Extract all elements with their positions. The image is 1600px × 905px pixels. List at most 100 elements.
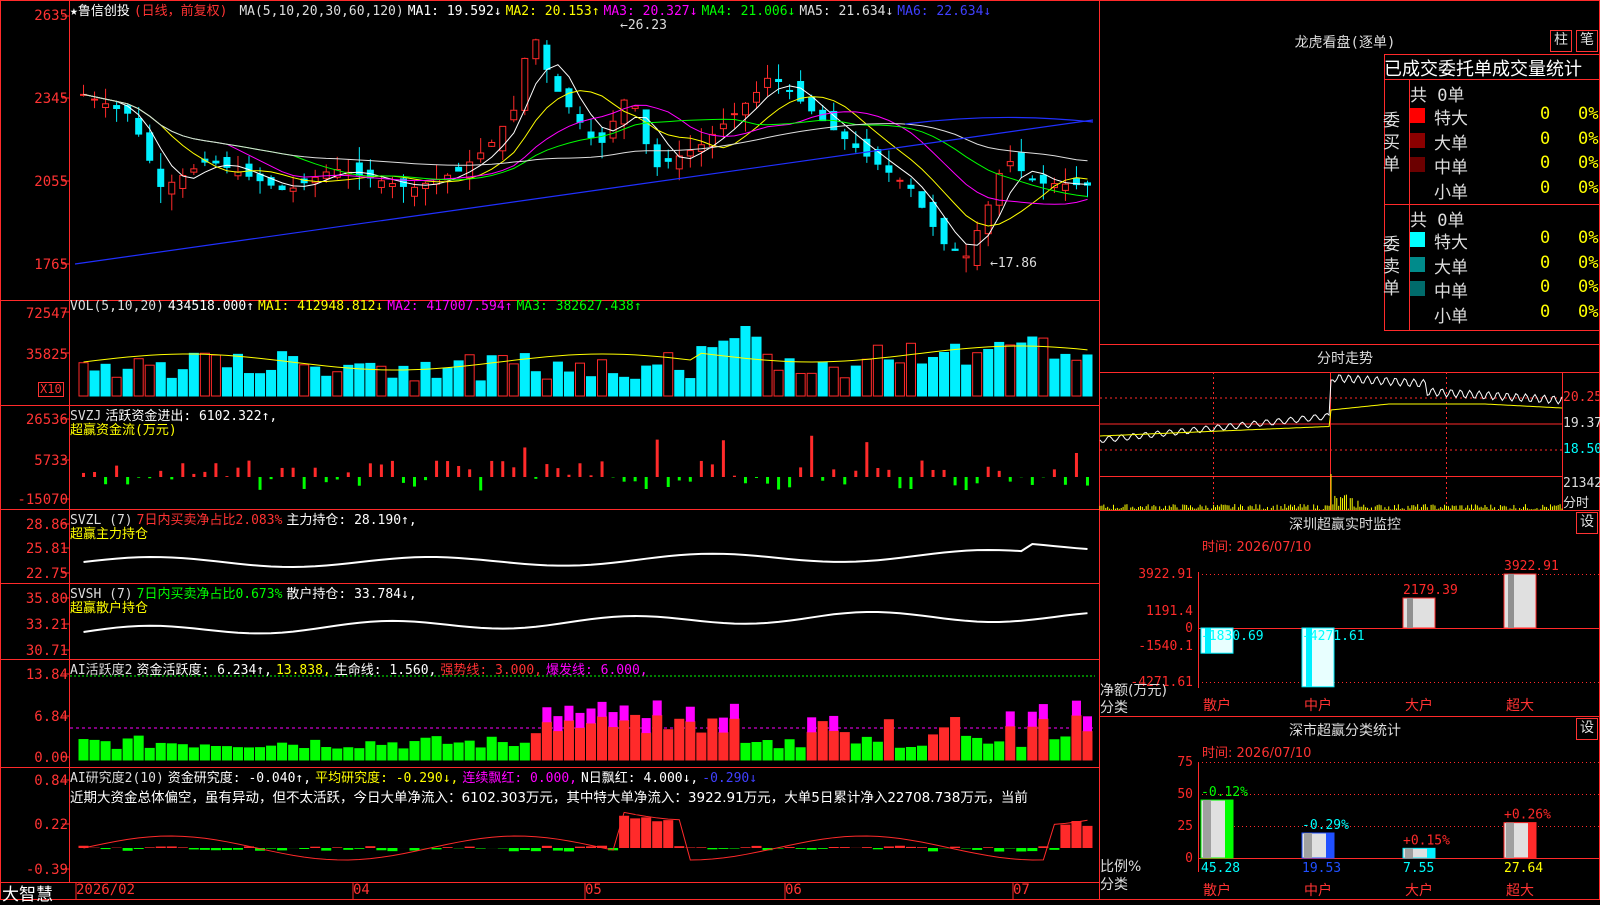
vol-bar-2 <box>100 363 111 397</box>
ai-active-burst-43 <box>553 716 563 732</box>
ai-active-bar-72 <box>872 741 883 761</box>
vol-bar-63 <box>773 369 784 397</box>
sz-monitor-value-label-3: 3922.91 <box>1504 559 1559 574</box>
kline-y-label-3: 1765 <box>34 257 68 273</box>
candle-body-28 <box>388 183 396 187</box>
svsh-header-item-2: 散户持仓: 33.784↓, <box>286 587 417 602</box>
ai-research-y-label-0: 0.84 <box>34 773 68 789</box>
vol-bar-50 <box>630 378 641 397</box>
dragon-title: 龙虎看盘(逐单) <box>1294 35 1396 51</box>
ma3-line <box>83 93 1088 205</box>
vol-bar-70 <box>850 365 861 397</box>
sz-monitor-settings-button[interactable]: 设 <box>1576 512 1598 534</box>
vol-bar-53 <box>663 352 674 397</box>
svzl-header-item-2: 主力持仓: 28.190↑, <box>286 513 417 528</box>
vol-bar-48 <box>608 373 619 397</box>
vol-bar-83 <box>994 341 1005 397</box>
sz-monitor-bar-shade-2 <box>1407 598 1413 628</box>
sz-class-change-1: -0.29% <box>1302 818 1349 833</box>
vol-bar-65 <box>795 372 806 397</box>
x-axis-label-0: 2026/02 <box>76 882 136 898</box>
candle-body-25 <box>355 162 363 176</box>
sz-class-settings-button[interactable]: 设 <box>1576 718 1598 740</box>
ai-active-burst-49 <box>619 705 629 721</box>
ai-active-bar-55 <box>685 721 696 761</box>
svzl-line <box>83 542 1088 568</box>
candle-body-76 <box>918 191 926 208</box>
candle-body-87 <box>1039 174 1047 184</box>
vol-bar-0 <box>78 362 89 397</box>
svzl-header-item-1: 7日内买卖净占比2.083% <box>136 513 283 528</box>
svsh-y-label-1: 33.21 <box>25 617 68 633</box>
vol-bar-85 <box>1016 342 1027 397</box>
ai-active-bar-66 <box>806 731 817 761</box>
vol-bar-45 <box>574 362 586 397</box>
vol-y-label-1: 35825 <box>25 347 68 363</box>
vol-bar-35 <box>464 354 475 397</box>
ma-header-item-4: MA4: 21.006↓ <box>701 4 796 19</box>
stock-period: (日线，前复权) <box>133 4 228 19</box>
vol-bar-16 <box>255 373 266 397</box>
vol-bar-80 <box>961 364 972 397</box>
candle-body-77 <box>929 201 937 227</box>
sell-swatch-0 <box>1410 232 1425 247</box>
sell-count-0: 0 <box>1540 228 1551 248</box>
sz-class-cat-2: 大户 <box>1405 882 1433 899</box>
ai-active-bar-68 <box>828 730 839 761</box>
kline-y-label-1: 2345 <box>34 91 68 107</box>
vol-bar-69 <box>839 377 850 397</box>
ai-active-bar-28 <box>387 742 398 761</box>
vol-bar-59 <box>729 338 740 397</box>
ai-active-burst-55 <box>685 706 695 722</box>
buy-swatch-1 <box>1410 132 1425 148</box>
ai-active-bar-36 <box>475 747 486 761</box>
sz-class-y-label-0: 75 <box>1177 755 1193 770</box>
buy-swatch-2 <box>1410 157 1425 172</box>
buy-label-0: 特大 <box>1434 109 1468 129</box>
ma-header-item-3: MA3: 20.327↓ <box>603 4 698 19</box>
vol-header-item-1: 434518.000↑ <box>167 299 255 314</box>
x-axis-label-4: 07 <box>1013 882 1030 898</box>
ai-active-bar-18 <box>277 742 288 761</box>
sz-class-bar-shade-1 <box>1304 833 1312 858</box>
x-axis-label-2: 05 <box>585 882 602 898</box>
buy-count-1: 0 <box>1540 128 1551 149</box>
sell-label-2: 中单 <box>1434 282 1468 302</box>
vol-bar-8 <box>166 377 177 397</box>
vol-bar-14 <box>232 353 243 397</box>
ai-active-bar-78 <box>939 727 950 761</box>
candle-body-38 <box>499 125 507 152</box>
ai-active-header: AI活跃度2 资金活跃度: 6.234↑, 13.838, 生命线: 1.560, 强势… <box>70 659 652 678</box>
ai-active-bar-89 <box>1060 736 1071 761</box>
candle-body-44 <box>565 88 573 108</box>
ai-research-line <box>83 811 1088 861</box>
sz-class-y-label-2: 25 <box>1177 819 1193 834</box>
intraday-price-high: 20.25 <box>1563 390 1600 405</box>
sz-monitor-bar-shade-3 <box>1508 574 1514 628</box>
buy-count-0: 0 <box>1540 104 1551 124</box>
bar-mode-button[interactable]: 柱 <box>1550 30 1572 52</box>
sz-monitor-value-label-1: -4271.61 <box>1302 629 1365 644</box>
vol-bar-81 <box>972 352 983 397</box>
ai-active-bar-32 <box>431 736 442 761</box>
chart-canvas[interactable]: 3922.91 1191.4 0 -1540.1 -4271.61 -1830.69 散户 -… <box>0 0 1600 900</box>
buy-swatch-3 <box>1410 182 1425 197</box>
ai-active-bar-52 <box>652 714 663 761</box>
ma-header-item-6: MA6: 22.634↓ <box>897 4 992 19</box>
sz-class-bar-accent-3 <box>1528 822 1536 858</box>
ai-active-bar-54 <box>674 718 685 761</box>
buy-pct-3: 0% <box>1578 177 1599 198</box>
sz-monitor-y-label-0: 3922.91 <box>1138 567 1193 582</box>
ai-active-burst-45 <box>575 712 585 728</box>
ai-active-bar-60 <box>740 742 751 761</box>
sz-class-cat-label: 分类 <box>1100 877 1128 893</box>
candle-body-85 <box>1017 152 1025 172</box>
ai-active-bar-70 <box>850 743 861 761</box>
candle-body-27 <box>377 180 385 188</box>
sell-pct-2: 0% <box>1578 277 1599 297</box>
sz-monitor-cat-1: 中户 <box>1304 697 1332 714</box>
ai-active-bar-21 <box>310 739 321 761</box>
vol-bar-5 <box>133 358 144 397</box>
tick-mode-button[interactable]: 笔 <box>1576 30 1598 52</box>
vol-bar-49 <box>619 376 630 397</box>
